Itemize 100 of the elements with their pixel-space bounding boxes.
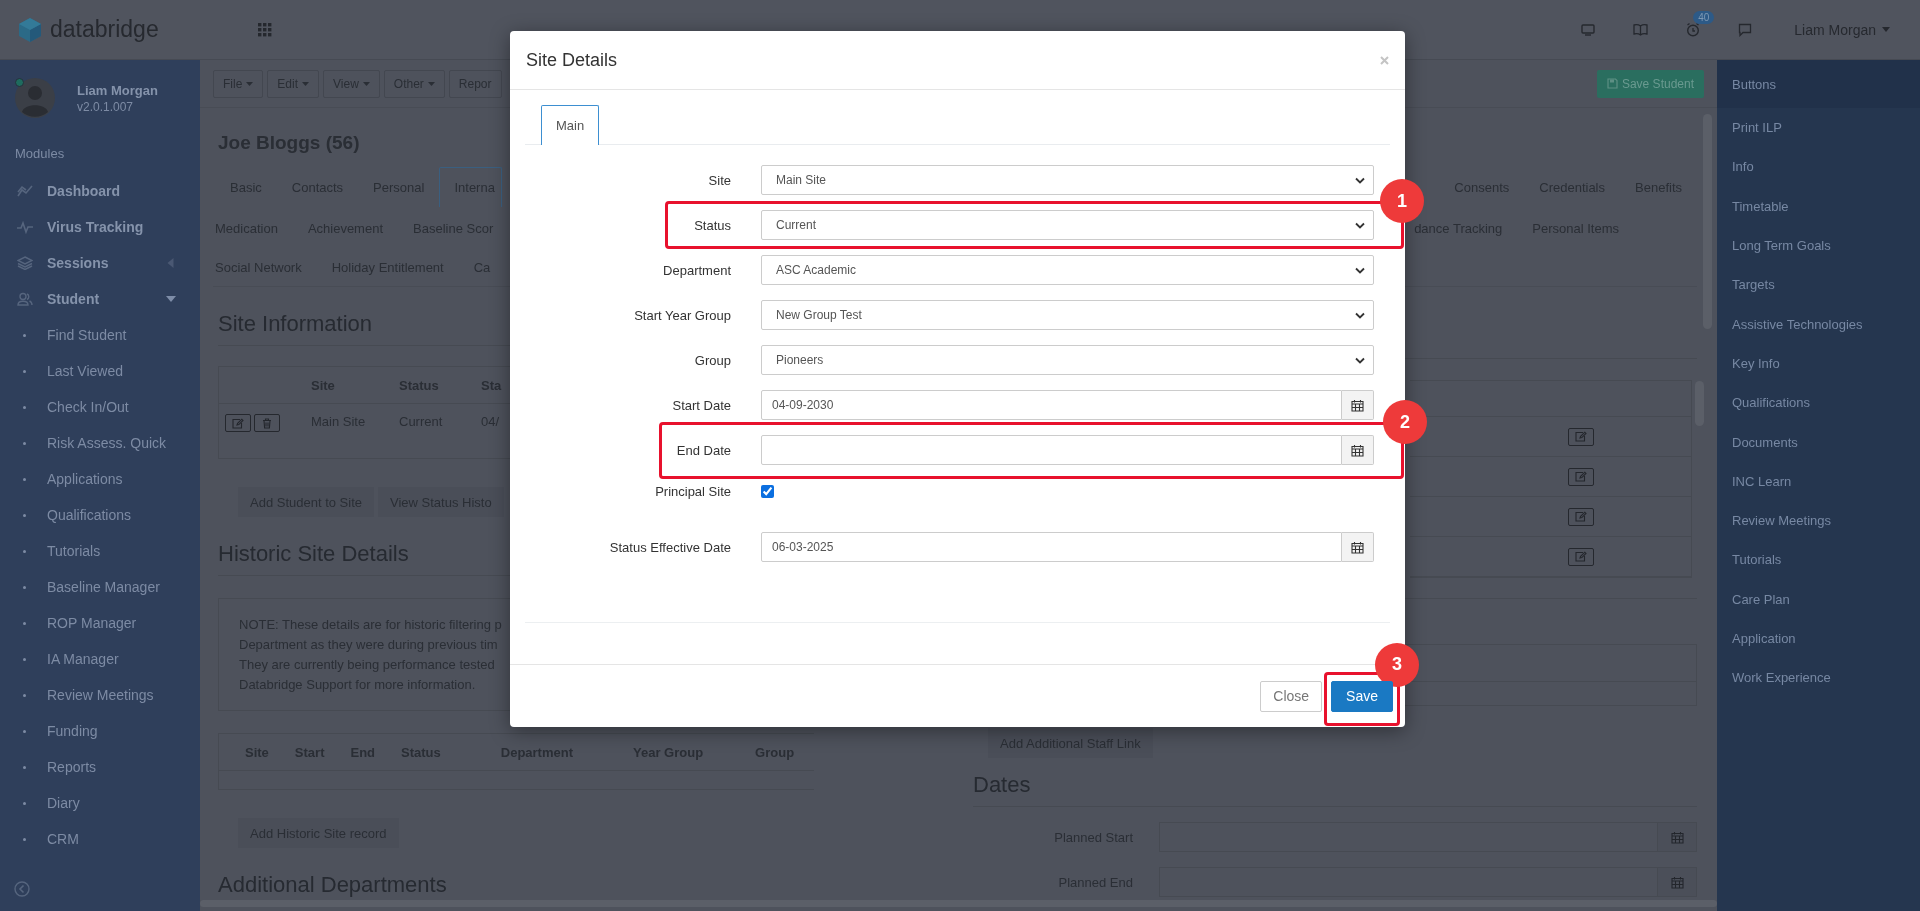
tab[interactable]: Main bbox=[541, 105, 600, 145]
app-version: v2.0.1.007 bbox=[77, 99, 135, 114]
callout-number: 3 bbox=[1375, 642, 1419, 687]
logo-cube-icon bbox=[18, 16, 42, 43]
submenu-item[interactable]: Last Viewed bbox=[0, 353, 200, 389]
edit-icon bbox=[1575, 511, 1587, 522]
select-field[interactable]: ASC Academic bbox=[761, 255, 1374, 285]
select-field[interactable]: New Group Test bbox=[761, 300, 1374, 330]
submenu-item[interactable]: Qualifications bbox=[0, 497, 200, 533]
submenu-item[interactable]: IA Manager bbox=[0, 641, 200, 677]
field-label: End Date bbox=[675, 442, 732, 458]
chevron-down-icon bbox=[1355, 356, 1365, 364]
module-label: Sessions bbox=[47, 255, 109, 271]
caret-icon bbox=[246, 81, 254, 86]
apps-grid-icon[interactable] bbox=[258, 22, 272, 37]
module-item[interactable]: Virus Tracking bbox=[0, 209, 200, 245]
submenu-item[interactable]: CRM bbox=[0, 821, 200, 857]
submenu-item[interactable]: Review Meetings bbox=[0, 677, 200, 713]
save-button[interactable]: Save bbox=[1331, 680, 1393, 712]
submenu-item[interactable]: Risk Assess. Quick bbox=[0, 425, 200, 461]
field-label: Start Date bbox=[671, 397, 732, 413]
callout-number: 2 bbox=[1383, 400, 1427, 444]
calendar-icon bbox=[1351, 540, 1364, 554]
select-field[interactable]: Main Site bbox=[761, 165, 1374, 195]
sidebar-link[interactable]: Targets bbox=[1717, 265, 1920, 305]
caret-icon bbox=[362, 81, 370, 86]
chevron-down-icon bbox=[1355, 311, 1365, 319]
edit-icon bbox=[1575, 471, 1587, 482]
layers-icon bbox=[17, 256, 33, 270]
field-label: Group bbox=[693, 352, 732, 368]
edit-icon bbox=[232, 417, 244, 429]
caret-icon bbox=[302, 81, 310, 86]
close-icon[interactable] bbox=[1380, 55, 1389, 65]
book-icon[interactable] bbox=[1633, 23, 1649, 36]
calendar-icon bbox=[1351, 443, 1364, 457]
close-button[interactable]: Close bbox=[1260, 680, 1323, 712]
monitor-icon[interactable] bbox=[1581, 23, 1596, 36]
collapse-sidebar-icon[interactable] bbox=[14, 881, 30, 897]
submenu-item[interactable]: Find Student bbox=[0, 317, 200, 353]
chevron-down-icon bbox=[1355, 266, 1365, 274]
submenu-item[interactable]: Check In/Out bbox=[0, 389, 200, 425]
module-item[interactable]: Student bbox=[0, 281, 200, 317]
calendar-icon bbox=[1670, 830, 1684, 844]
sidebar-link[interactable]: Care Plan bbox=[1717, 579, 1920, 619]
sidebar-link[interactable]: Qualifications bbox=[1717, 383, 1920, 423]
sidebar-link[interactable]: Application bbox=[1717, 618, 1920, 659]
delete-button[interactable] bbox=[254, 414, 280, 432]
sidebar-link[interactable]: Print ILP bbox=[1717, 108, 1920, 148]
submenu-item[interactable]: Applications bbox=[0, 461, 200, 497]
edit-button[interactable] bbox=[1568, 427, 1594, 446]
horizontal-scrollbar[interactable] bbox=[200, 900, 1717, 907]
date-field[interactable]: 04-09-2030 bbox=[761, 390, 1342, 420]
edit-icon bbox=[1575, 551, 1587, 562]
date-field[interactable]: 06-03-2025 bbox=[761, 532, 1342, 562]
pulse-icon bbox=[17, 220, 33, 234]
sidebar-link[interactable]: INC Learn bbox=[1717, 461, 1920, 501]
chevron-down-icon bbox=[1355, 221, 1365, 229]
trend-chart-icon bbox=[17, 184, 33, 198]
field-label: Start Year Group bbox=[633, 307, 732, 323]
field-label: Principal Site bbox=[654, 483, 732, 499]
sidebar-link[interactable]: Tutorials bbox=[1717, 540, 1920, 580]
module-label: Student bbox=[47, 291, 100, 307]
sidebar-link[interactable]: Review Meetings bbox=[1717, 500, 1920, 541]
field-label: Department bbox=[662, 262, 732, 278]
calendar-icon bbox=[1351, 398, 1364, 412]
chat-icon[interactable] bbox=[1738, 22, 1753, 37]
submenu-item[interactable]: Reports bbox=[0, 749, 200, 785]
submenu-item[interactable]: ROP Manager bbox=[0, 605, 200, 641]
edit-button[interactable] bbox=[1568, 467, 1594, 486]
module-item[interactable]: Dashboard bbox=[0, 173, 200, 209]
submenu-item[interactable]: Diary bbox=[0, 785, 200, 821]
save-student-button[interactable]: Save Student bbox=[1596, 69, 1704, 98]
submenu-item[interactable]: Funding bbox=[0, 713, 200, 749]
edit-button[interactable] bbox=[1568, 507, 1594, 526]
sidebar-link[interactable]: Key Info bbox=[1717, 343, 1920, 384]
alarm-clock-icon[interactable] bbox=[1686, 22, 1701, 37]
submenu-item[interactable]: Baseline Manager bbox=[0, 569, 200, 605]
panel-title: Buttons bbox=[1717, 60, 1920, 108]
sidebar-link[interactable]: Timetable bbox=[1717, 186, 1920, 226]
checkbox[interactable] bbox=[761, 484, 774, 498]
sidebar-link[interactable]: Documents bbox=[1717, 422, 1920, 462]
select-field[interactable]: Current bbox=[761, 210, 1374, 240]
section-title: Modules bbox=[14, 145, 66, 163]
field-label: Status Effective Date bbox=[608, 539, 732, 555]
trash-icon bbox=[262, 417, 272, 429]
notification-badge: 40 bbox=[1693, 11, 1715, 24]
submenu-item[interactable]: Tutorials bbox=[0, 533, 200, 569]
edit-button[interactable] bbox=[225, 414, 251, 432]
module-label: Virus Tracking bbox=[47, 219, 144, 235]
sidebar-link[interactable]: Info bbox=[1717, 147, 1920, 187]
profile-name: Liam Morgan bbox=[77, 82, 158, 98]
caret-icon bbox=[427, 81, 435, 86]
module-item[interactable]: Sessions bbox=[0, 245, 200, 281]
users-icon bbox=[17, 292, 33, 306]
sidebar-link[interactable]: Assistive Technologies bbox=[1717, 304, 1920, 344]
select-field[interactable]: Pioneers bbox=[761, 345, 1374, 375]
edit-button[interactable] bbox=[1568, 547, 1594, 566]
field-label: Status bbox=[693, 217, 732, 233]
sidebar-link[interactable]: Long Term Goals bbox=[1717, 225, 1920, 266]
sidebar-link[interactable]: Work Experience bbox=[1717, 658, 1920, 698]
